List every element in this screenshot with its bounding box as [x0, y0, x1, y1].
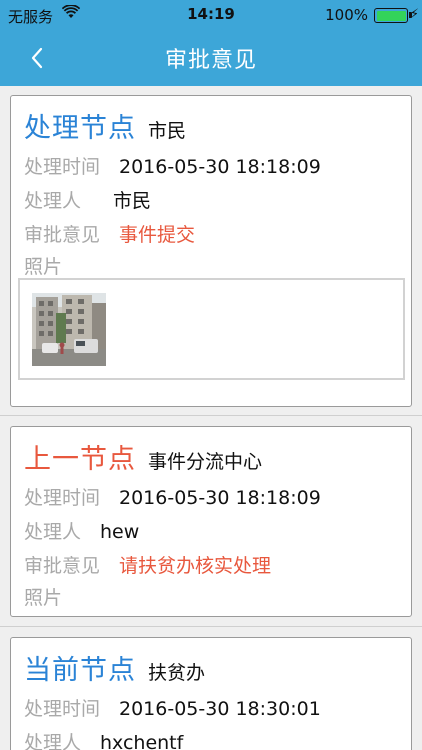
person-label: 处理人 — [24, 732, 82, 750]
opinion-value: 事件提交 — [119, 224, 196, 246]
node-name: 扶贫办 — [148, 662, 206, 684]
approval-list: 处理节点 市民 处理时间 2016-05-30 18:18:09 处理人 市民 … — [0, 86, 422, 750]
time-label: 处理时间 — [24, 487, 101, 509]
photo-row: 照片 — [24, 252, 119, 279]
opinion-label: 审批意见 — [24, 555, 101, 577]
status-bar: 无服务 14:19 100% ⚡ — [0, 0, 422, 30]
photo-label: 照片 — [24, 256, 63, 278]
time-label: 处理时间 — [24, 698, 101, 720]
node-title: 上一节点 — [24, 444, 136, 475]
time-label: 处理时间 — [24, 156, 101, 178]
photo-label: 照片 — [24, 587, 63, 609]
divider — [0, 415, 422, 416]
battery-percentage: 100% — [325, 6, 368, 24]
photo-gallery — [18, 278, 405, 380]
person-value: 市民 — [113, 190, 152, 212]
node-card-processing: 处理节点 市民 处理时间 2016-05-30 18:18:09 处理人 市民 … — [10, 95, 412, 407]
node-name: 事件分流中心 — [148, 451, 263, 473]
battery-icon — [374, 8, 412, 23]
person-row: 处理人 hxchentf — [24, 728, 183, 750]
opinion-label: 审批意见 — [24, 224, 101, 246]
opinion-row: 审批意见 请扶贫办核实处理 — [24, 551, 271, 578]
time-row: 处理时间 2016-05-30 18:18:09 — [24, 152, 321, 179]
navigation-bar: 审批意见 — [0, 30, 422, 86]
photo-thumbnail[interactable] — [32, 293, 106, 366]
time-value: 2016-05-30 18:18:09 — [119, 487, 321, 509]
photo-row: 照片 — [24, 583, 119, 610]
divider — [0, 626, 422, 627]
node-name: 市民 — [148, 120, 187, 142]
person-value: hew — [100, 521, 140, 543]
opinion-row: 审批意见 事件提交 — [24, 220, 195, 247]
node-title: 处理节点 — [24, 113, 136, 144]
person-row: 处理人 市民 — [24, 186, 151, 213]
node-card-current: 当前节点 扶贫办 处理时间 2016-05-30 18:30:01 处理人 hx… — [10, 637, 412, 750]
node-card-previous: 上一节点 事件分流中心 处理时间 2016-05-30 18:18:09 处理人… — [10, 426, 412, 617]
person-value: hxchentf — [100, 732, 184, 750]
time-row: 处理时间 2016-05-30 18:18:09 — [24, 483, 321, 510]
person-label: 处理人 — [24, 190, 82, 212]
time-value: 2016-05-30 18:30:01 — [119, 698, 321, 720]
person-label: 处理人 — [24, 521, 82, 543]
page-title: 审批意见 — [164, 48, 257, 73]
time-value: 2016-05-30 18:18:09 — [119, 156, 321, 178]
charging-icon: ⚡ — [409, 7, 419, 22]
person-row: 处理人 hew — [24, 517, 139, 544]
node-title: 当前节点 — [24, 655, 136, 686]
time-row: 处理时间 2016-05-30 18:30:01 — [24, 694, 321, 721]
opinion-value: 请扶贫办核实处理 — [119, 555, 272, 577]
